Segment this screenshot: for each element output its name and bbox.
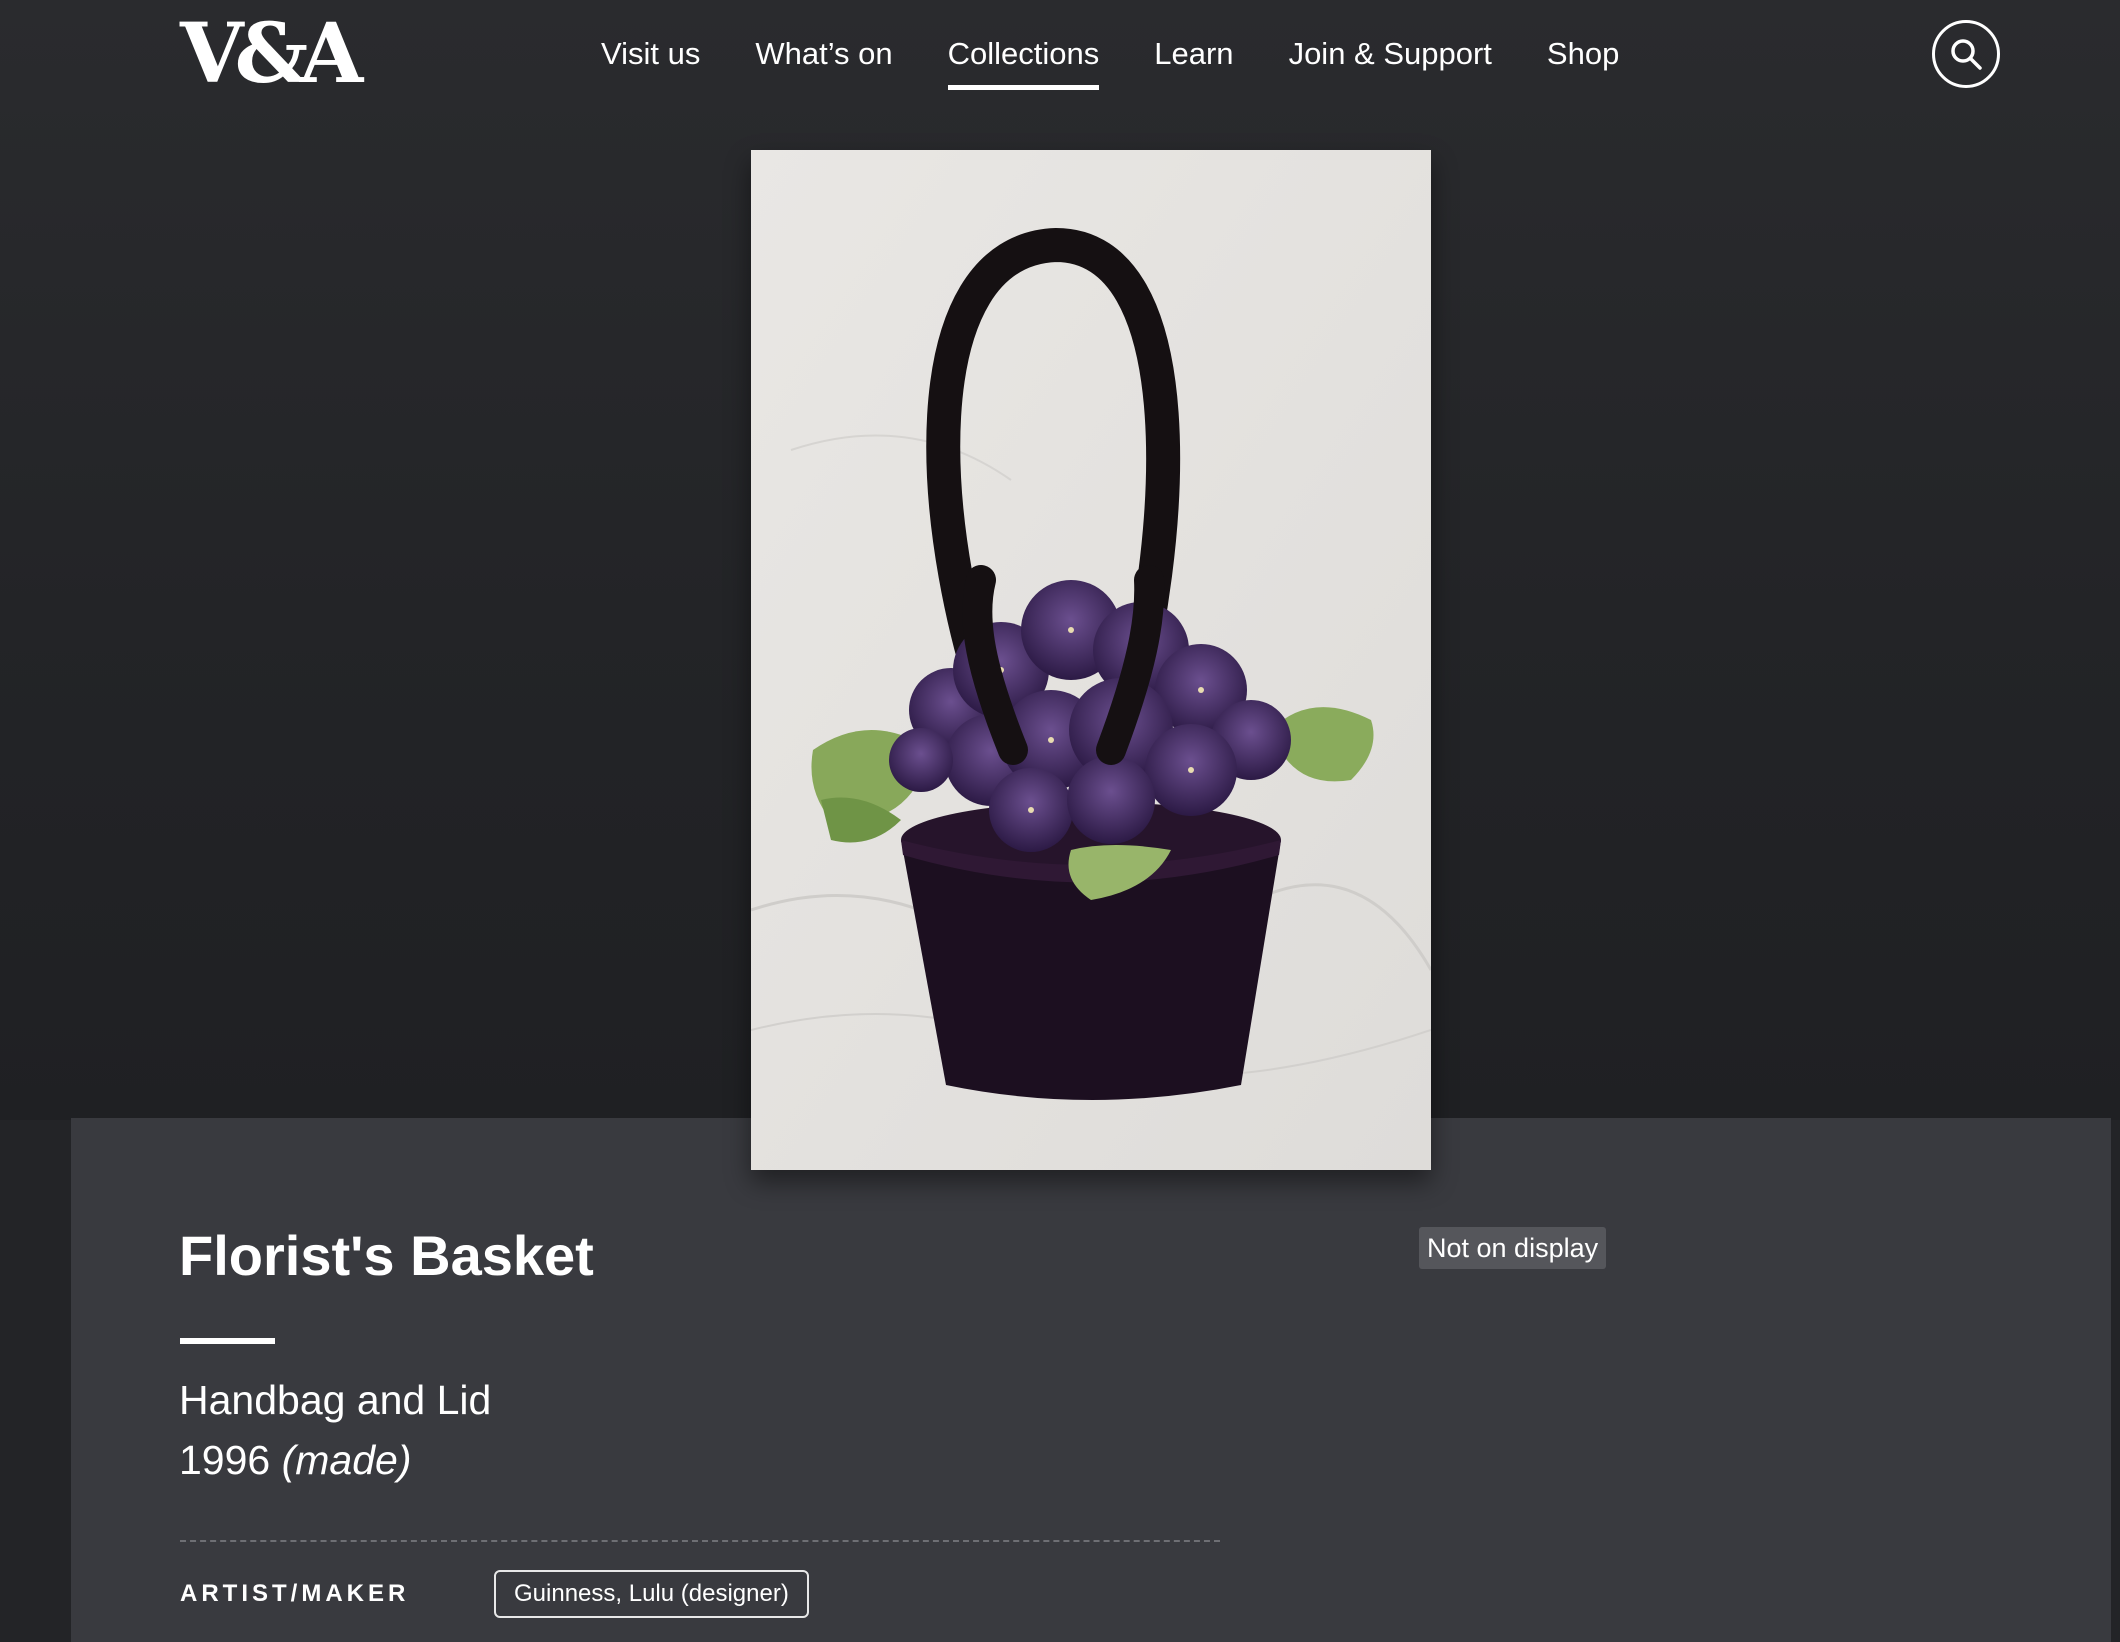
nav-collections[interactable]: Collections: [947, 30, 1099, 90]
object-image[interactable]: [751, 150, 1431, 1170]
search-icon: [1951, 39, 1982, 70]
nav-whats-on[interactable]: What’s on: [755, 30, 892, 78]
artist-maker-link[interactable]: Guinness, Lulu (designer): [494, 1570, 809, 1618]
nav-visit-us[interactable]: Visit us: [601, 30, 700, 78]
nav-shop[interactable]: Shop: [1547, 30, 1619, 78]
date-value: 1996: [179, 1437, 271, 1483]
title-divider: [180, 1338, 275, 1344]
details-divider: [180, 1540, 1220, 1542]
date-qualifier: (made): [281, 1437, 412, 1483]
site-header: V&A Visit us What’s on Collections Learn…: [0, 0, 2120, 110]
object-type: Handbag and Lid: [179, 1377, 492, 1423]
main-nav: Visit us What’s on Collections Learn Joi…: [601, 30, 1674, 90]
object-title: Florist's Basket: [179, 1224, 594, 1287]
handbag-photo: [751, 150, 1431, 1170]
nav-learn[interactable]: Learn: [1154, 30, 1233, 78]
nav-join-support[interactable]: Join & Support: [1289, 30, 1492, 78]
artist-maker-label: ARTIST/MAKER: [180, 1580, 410, 1607]
va-logo[interactable]: V&A: [180, 12, 363, 96]
display-status-badge: Not on display: [1419, 1227, 1607, 1269]
search-button[interactable]: [1932, 20, 2000, 88]
object-date: 1996 (made): [179, 1432, 412, 1488]
